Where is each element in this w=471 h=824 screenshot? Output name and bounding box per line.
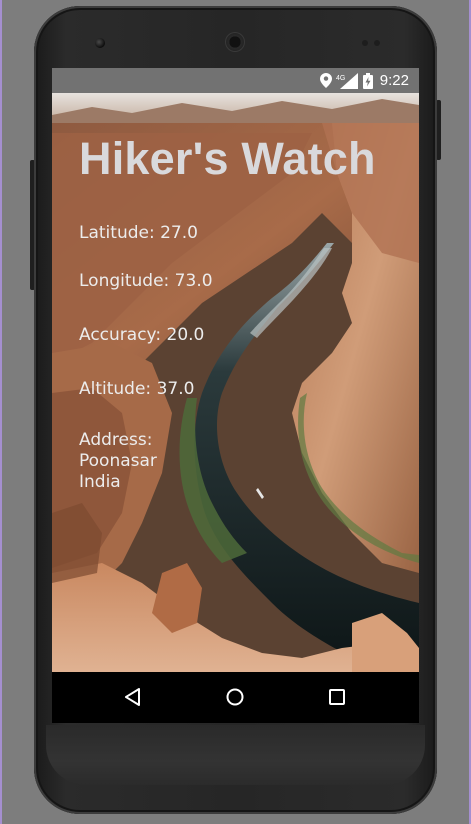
home-icon[interactable] <box>224 686 246 708</box>
app-title: Hiker's Watch <box>79 133 376 184</box>
light-sensor-icon <box>374 40 380 46</box>
earpiece-speaker-icon <box>225 32 245 52</box>
emulator-frame: 4G 9:22 Hiker's Watch Latitude: 27.0 Lon… <box>0 0 471 824</box>
status-bar: 4G 9:22 <box>52 68 419 93</box>
phone-screen: 4G 9:22 Hiker's Watch Latitude: 27.0 Lon… <box>52 68 419 723</box>
longitude-text: Longitude: 73.0 <box>79 271 213 291</box>
latitude-text: Latitude: 27.0 <box>79 223 198 243</box>
signal-icon: 4G <box>336 73 358 89</box>
proximity-sensor-icon <box>362 40 368 46</box>
front-camera-icon <box>95 38 105 48</box>
recents-icon[interactable] <box>326 686 348 708</box>
navigation-bar <box>52 672 419 723</box>
window-edge-left <box>0 0 2 824</box>
altitude-text: Altitude: 37.0 <box>79 379 195 399</box>
back-icon[interactable] <box>122 686 144 708</box>
phone-chin <box>46 725 425 785</box>
address-label: Address: <box>79 430 153 450</box>
battery-icon <box>363 73 373 89</box>
address-block: Address: Poonasar India <box>79 430 157 493</box>
network-type-label: 4G <box>336 75 345 82</box>
address-line-2: India <box>79 472 121 492</box>
status-time: 9:22 <box>379 72 409 89</box>
location-icon <box>320 73 332 88</box>
accuracy-text: Accuracy: 20.0 <box>79 325 205 345</box>
app-content: Hiker's Watch Latitude: 27.0 Longitude: … <box>52 93 419 672</box>
address-line-1: Poonasar <box>79 451 157 471</box>
